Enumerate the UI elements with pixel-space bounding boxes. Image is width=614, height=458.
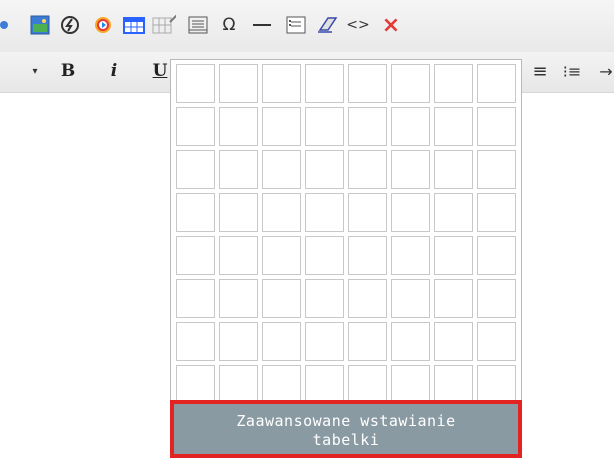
- indent-icon[interactable]: →: [596, 58, 614, 84]
- table-grid: [176, 64, 518, 404]
- table-edit-icon[interactable]: [150, 12, 176, 38]
- table-grid-cell[interactable]: [477, 64, 516, 103]
- table-grid-cell[interactable]: [391, 107, 430, 146]
- table-grid-cell[interactable]: [477, 236, 516, 275]
- table-grid-cell[interactable]: [262, 150, 301, 189]
- code-view-icon[interactable]: <>: [345, 12, 371, 38]
- table-grid-cell[interactable]: [305, 107, 344, 146]
- table-grid-cell[interactable]: [348, 279, 387, 318]
- table-grid-cell[interactable]: [391, 322, 430, 361]
- table-grid-cell[interactable]: [176, 193, 215, 232]
- underline-button[interactable]: U: [150, 58, 170, 84]
- table-size-picker: [170, 59, 522, 404]
- table-grid-cell[interactable]: [219, 150, 258, 189]
- table-grid-cell[interactable]: [262, 236, 301, 275]
- eraser-icon[interactable]: [314, 12, 340, 38]
- table-grid-cell[interactable]: [262, 365, 301, 404]
- table-grid-cell[interactable]: [219, 322, 258, 361]
- table-grid-cell[interactable]: [391, 365, 430, 404]
- table-grid-cell[interactable]: [305, 279, 344, 318]
- advanced-table-label-line1: Zaawansowane wstawianie: [236, 412, 456, 430]
- table-grid-cell[interactable]: [477, 365, 516, 404]
- table-grid-cell[interactable]: [262, 279, 301, 318]
- table-grid-cell[interactable]: [348, 64, 387, 103]
- link-partial-icon[interactable]: [0, 12, 12, 38]
- flash-icon[interactable]: [57, 12, 83, 38]
- table-grid-cell[interactable]: [305, 64, 344, 103]
- table-grid-cell[interactable]: [348, 107, 387, 146]
- table-grid-cell[interactable]: [219, 236, 258, 275]
- table-grid-cell[interactable]: [262, 64, 301, 103]
- table-grid-cell[interactable]: [305, 322, 344, 361]
- table-grid-cell[interactable]: [348, 365, 387, 404]
- table-grid-cell[interactable]: [477, 322, 516, 361]
- advanced-table-insert-button[interactable]: Zaawansowane wstawianie tabelki: [170, 400, 522, 458]
- table-grid-cell[interactable]: [305, 365, 344, 404]
- table-grid-cell[interactable]: [176, 107, 215, 146]
- table-grid-cell[interactable]: [219, 365, 258, 404]
- media-icon[interactable]: [90, 12, 116, 38]
- horizontal-rule-icon[interactable]: [249, 12, 275, 38]
- table-grid-cell[interactable]: [219, 64, 258, 103]
- editor-toolbar: Ω <> ×: [0, 0, 614, 52]
- table-grid-cell[interactable]: [434, 193, 473, 232]
- italic-button[interactable]: i: [104, 58, 124, 84]
- table-grid-cell[interactable]: [176, 236, 215, 275]
- table-grid-cell[interactable]: [391, 150, 430, 189]
- align-right-icon[interactable]: ≡: [530, 58, 550, 84]
- advanced-table-label-line2: tabelki: [312, 431, 380, 449]
- table-grid-cell[interactable]: [219, 193, 258, 232]
- table-grid-cell[interactable]: [348, 193, 387, 232]
- list-icon[interactable]: ⁝≡: [559, 58, 585, 84]
- close-icon[interactable]: ×: [378, 12, 404, 38]
- table-grid-cell[interactable]: [348, 150, 387, 189]
- table-grid-cell[interactable]: [434, 365, 473, 404]
- table-grid-cell[interactable]: [391, 279, 430, 318]
- table-grid-cell[interactable]: [434, 64, 473, 103]
- table-grid-cell[interactable]: [477, 193, 516, 232]
- form-icon[interactable]: [283, 12, 309, 38]
- table-grid-cell[interactable]: [348, 322, 387, 361]
- table-grid-cell[interactable]: [305, 150, 344, 189]
- table-grid-cell[interactable]: [477, 107, 516, 146]
- table-icon[interactable]: [121, 12, 147, 38]
- special-char-icon[interactable]: Ω: [216, 12, 242, 38]
- table-grid-cell[interactable]: [219, 279, 258, 318]
- table-grid-cell[interactable]: [176, 365, 215, 404]
- table-grid-cell[interactable]: [477, 150, 516, 189]
- table-grid-cell[interactable]: [262, 193, 301, 232]
- table-grid-cell[interactable]: [262, 107, 301, 146]
- table-grid-cell[interactable]: [434, 107, 473, 146]
- image-icon[interactable]: [27, 12, 53, 38]
- table-grid-cell[interactable]: [391, 64, 430, 103]
- table-grid-cell[interactable]: [391, 236, 430, 275]
- bold-button[interactable]: B: [56, 58, 80, 84]
- table-grid-cell[interactable]: [434, 322, 473, 361]
- table-grid-cell[interactable]: [348, 236, 387, 275]
- table-grid-cell[interactable]: [305, 236, 344, 275]
- table-grid-cell[interactable]: [391, 193, 430, 232]
- table-grid-cell[interactable]: [305, 193, 344, 232]
- table-grid-cell[interactable]: [176, 279, 215, 318]
- table-grid-cell[interactable]: [219, 107, 258, 146]
- table-grid-cell[interactable]: [434, 236, 473, 275]
- table-grid-cell[interactable]: [176, 64, 215, 103]
- table-grid-cell[interactable]: [434, 279, 473, 318]
- table-grid-cell[interactable]: [477, 279, 516, 318]
- table-grid-cell[interactable]: [434, 150, 473, 189]
- chevron-down-icon[interactable]: ▾: [28, 58, 42, 84]
- paragraph-icon[interactable]: [185, 12, 211, 38]
- table-grid-cell[interactable]: [176, 150, 215, 189]
- table-grid-cell[interactable]: [262, 322, 301, 361]
- table-grid-cell[interactable]: [176, 322, 215, 361]
